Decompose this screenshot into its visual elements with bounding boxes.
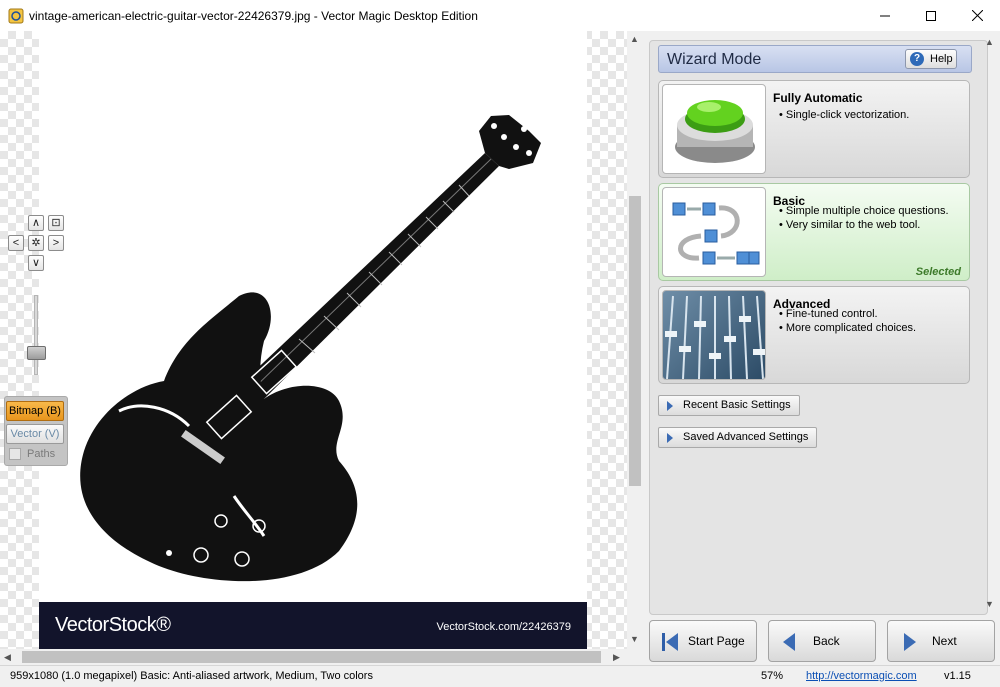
scroll-up-icon[interactable]: ▲ — [630, 34, 639, 44]
guitar-image — [80, 115, 541, 582]
selected-badge: Selected — [915, 266, 961, 278]
horizontal-scroll-thumb[interactable] — [22, 651, 601, 663]
play-arrow-icon — [667, 433, 673, 443]
banner-url: VectorStock.com/22426379 — [436, 621, 571, 633]
option-fully-automatic[interactable]: Fully Automatic Single-click vectorizati… — [658, 80, 970, 178]
scroll-left-icon[interactable]: ◀ — [4, 652, 11, 663]
wizard-panel: Wizard Mode ? Help Fully Automatic Singl… — [643, 31, 1000, 665]
option-bullet: Very similar to the web tool. — [779, 219, 921, 231]
back-arrow-icon — [783, 633, 795, 651]
vertical-scroll-thumb[interactable] — [629, 196, 641, 486]
scroll-up-icon[interactable]: ▲ — [985, 37, 994, 47]
status-bar: 959x1080 (1.0 megapixel) Basic: Anti-ali… — [0, 665, 1000, 687]
pan-left-button[interactable]: < — [8, 235, 24, 251]
pan-right-button[interactable]: > — [48, 235, 64, 251]
next-arrow-icon — [904, 633, 916, 651]
zoom-level: 57% — [761, 670, 784, 682]
vector-view-button[interactable]: Vector (V) — [6, 424, 64, 444]
next-button[interactable]: Next — [887, 620, 995, 662]
canvas-horizontal-scrollbar[interactable]: ◀ ▶ — [0, 649, 643, 665]
zoom-fit-button[interactable]: ⊡ — [48, 215, 64, 231]
flow-diagram-image — [662, 187, 766, 277]
next-label: Next — [932, 634, 957, 648]
start-page-icon — [662, 633, 678, 651]
window-title: vintage-american-electric-guitar-vector-… — [29, 9, 478, 23]
pan-down-button[interactable]: ∨ — [28, 255, 44, 271]
option-bullet: Single-click vectorization. — [779, 109, 910, 121]
maximize-icon — [926, 10, 936, 21]
image-info: 959x1080 (1.0 megapixel) Basic: Anti-ali… — [10, 670, 373, 682]
saved-advanced-settings-label: Saved Advanced Settings — [683, 431, 809, 443]
website-link[interactable]: http://vectormagic.com — [806, 670, 917, 682]
option-bullet: Simple multiple choice questions. — [779, 205, 949, 217]
back-button[interactable]: Back — [768, 620, 876, 662]
minimize-icon — [880, 15, 890, 16]
pan-up-button[interactable]: ∧ — [28, 215, 44, 231]
saved-advanced-settings-button[interactable]: Saved Advanced Settings — [658, 427, 818, 448]
close-button[interactable] — [954, 0, 1000, 31]
green-button-image — [662, 84, 766, 174]
help-icon: ? — [910, 52, 924, 66]
recent-basic-settings-button[interactable]: Recent Basic Settings — [658, 395, 800, 416]
wizard-title: Wizard Mode — [667, 51, 762, 68]
scroll-down-icon[interactable]: ▼ — [985, 599, 994, 609]
recent-basic-settings-label: Recent Basic Settings — [683, 399, 791, 411]
option-bullet: Fine-tuned control. — [779, 308, 878, 320]
option-advanced[interactable]: Advanced Fine-tuned control. More compli… — [658, 286, 970, 384]
start-page-button[interactable]: Start Page — [649, 620, 757, 662]
mixing-console-image — [662, 290, 766, 380]
scroll-right-icon[interactable]: ▶ — [613, 652, 620, 663]
version-label: v1.15 — [944, 670, 971, 682]
zoom-slider-thumb[interactable] — [27, 346, 46, 360]
title-bar: vintage-american-electric-guitar-vector-… — [0, 0, 1000, 31]
play-arrow-icon — [667, 401, 673, 411]
option-bullet: More complicated choices. — [779, 322, 916, 334]
pan-center-button[interactable]: ✲ — [28, 235, 44, 251]
help-label: Help — [930, 53, 953, 65]
zoom-slider[interactable] — [34, 295, 38, 375]
close-icon — [971, 10, 983, 21]
canvas-vertical-scrollbar[interactable]: ▲ ▼ — [627, 31, 643, 649]
maximize-button[interactable] — [908, 0, 954, 31]
image-canvas[interactable]: VectorStock® VectorStock.com/22426379 ∧ … — [0, 31, 627, 649]
vectorstock-banner: VectorStock® VectorStock.com/22426379 — [39, 602, 587, 649]
paths-label: Paths — [27, 448, 56, 460]
option-basic[interactable]: Basic Simple multiple choice questions. … — [658, 183, 970, 281]
paths-checkbox[interactable] — [9, 448, 21, 460]
start-page-label: Start Page — [688, 634, 745, 648]
scroll-down-icon[interactable]: ▼ — [630, 634, 639, 644]
panel-scrollbar[interactable]: ▲ ▼ — [982, 31, 998, 616]
back-label: Back — [813, 634, 840, 648]
minimize-button[interactable] — [862, 0, 908, 31]
app-icon — [8, 8, 24, 24]
bitmap-view-button[interactable]: Bitmap (B) — [6, 401, 64, 421]
option-title: Fully Automatic — [773, 91, 863, 105]
wizard-header: Wizard Mode ? Help — [658, 45, 972, 73]
help-button[interactable]: ? Help — [905, 49, 957, 69]
banner-logo: VectorStock® — [55, 614, 171, 636]
